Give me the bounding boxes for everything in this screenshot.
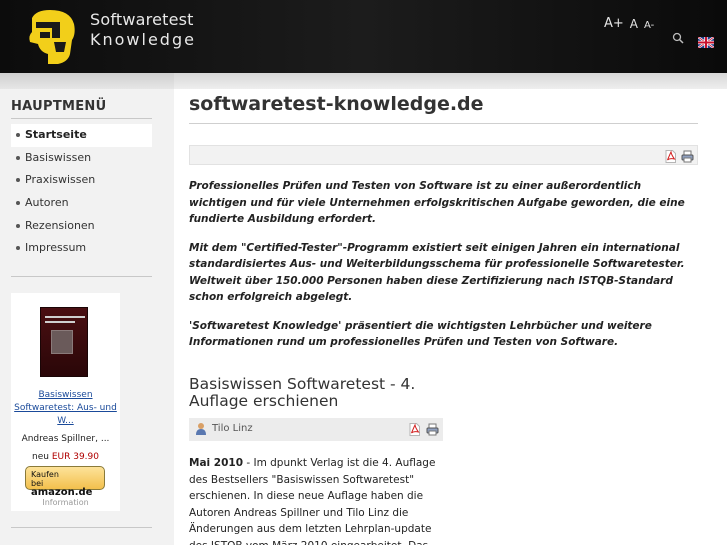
amazon-button-line1: Kaufen — [31, 470, 59, 479]
page-title: softwaretest-knowledge.de — [189, 93, 484, 115]
site-header: Softwaretest Knowledge A+ A A- — [0, 0, 727, 73]
article-pdf-icon[interactable] — [408, 423, 421, 436]
book-ad: Basiswissen Softwaretest: Aus- und W... … — [11, 293, 120, 511]
menu-item-rezensionen[interactable]: Rezensionen — [11, 215, 152, 238]
amazon-logo: amazon.de — [31, 487, 93, 498]
book-info-link[interactable]: Information — [11, 498, 120, 507]
menu-item-startseite[interactable]: Startseite — [11, 124, 152, 147]
sidebar-divider-bottom — [11, 527, 152, 528]
logo-text[interactable]: Softwaretest Knowledge — [90, 10, 196, 50]
article-text: - Im dpunkt Verlag ist die 4. Auflage de… — [189, 457, 436, 545]
book-cover-image[interactable] — [40, 307, 88, 377]
print-icon[interactable] — [681, 150, 694, 163]
title-divider — [189, 123, 698, 124]
logo-line1: Softwaretest — [90, 10, 194, 29]
sidebar: HAUPTMENÜ Startseite Basiswissen Praxisw… — [0, 89, 174, 545]
font-decrease-button[interactable]: A- — [644, 20, 654, 31]
menu-item-autoren[interactable]: Autoren — [11, 192, 152, 215]
price-prefix: neu — [32, 452, 49, 462]
article-date: Mai 2010 — [189, 457, 244, 469]
user-icon — [196, 423, 206, 435]
menu-item-praxiswissen[interactable]: Praxiswissen — [11, 169, 152, 192]
intro-paragraph: 'Softwaretest Knowledge' präsentiert die… — [189, 319, 652, 349]
head-logo-icon[interactable] — [26, 8, 78, 66]
amazon-buy-button[interactable]: Kaufen bei amazon.de — [25, 466, 105, 498]
font-default-button[interactable]: A — [630, 17, 638, 31]
price-value: EUR 39.90 — [51, 452, 99, 462]
search-icon[interactable] — [672, 32, 684, 44]
book-title-link[interactable]: Basiswissen Softwaretest: Aus- und W... — [11, 389, 120, 428]
article-title[interactable]: Basiswissen Softwaretest - 4. Auflage er… — [189, 376, 449, 410]
book-price: neu EUR 39.90 — [11, 452, 120, 462]
article-body: Mai 2010 - Im dpunkt Verlag ist die 4. A… — [189, 455, 443, 545]
font-increase-button[interactable]: A+ — [604, 16, 624, 31]
sidebar-separator-band — [0, 73, 174, 89]
logo-line2: Knowledge — [90, 30, 196, 49]
article-toolbar — [189, 145, 698, 165]
menu-item-basiswissen[interactable]: Basiswissen — [11, 147, 152, 170]
book-author: Andreas Spillner, ... — [21, 434, 110, 444]
intro-paragraph: Mit dem "Certified-Tester"-Programm exis… — [189, 241, 685, 304]
menu-title: HAUPTMENÜ — [11, 99, 107, 114]
article-print-icon[interactable] — [426, 423, 439, 436]
font-size-tools: A+ A A- — [604, 16, 654, 31]
intro-text: Professionelles Prüfen und Testen von So… — [189, 178, 698, 363]
article-author: Tilo Linz — [212, 423, 253, 434]
article-meta-bar: Tilo Linz — [189, 418, 443, 441]
menu-divider — [11, 118, 152, 119]
main-menu: Startseite Basiswissen Praxiswissen Auto… — [11, 124, 152, 260]
pdf-icon[interactable] — [664, 150, 677, 163]
uk-flag-icon[interactable] — [698, 37, 714, 48]
menu-item-impressum[interactable]: Impressum — [11, 237, 152, 260]
intro-paragraph: Professionelles Prüfen und Testen von So… — [189, 180, 685, 225]
sidebar-divider — [11, 276, 152, 277]
